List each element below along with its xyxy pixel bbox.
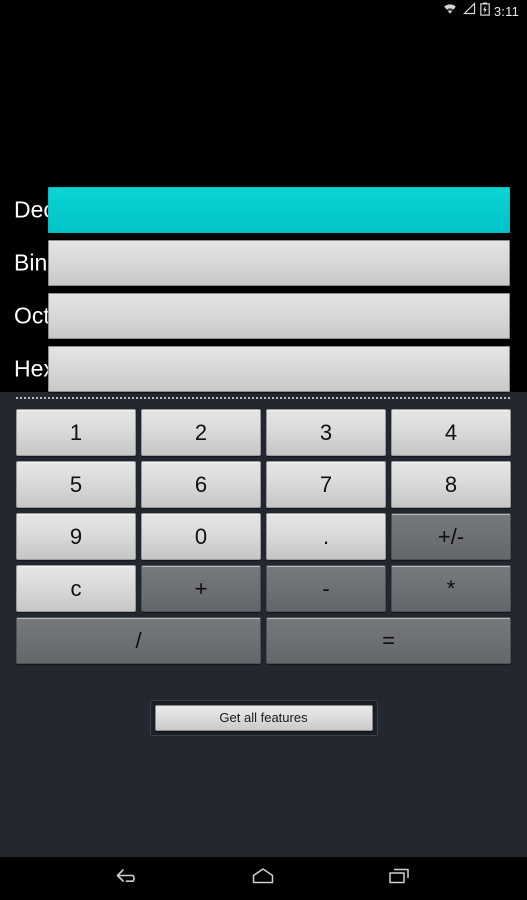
key-7[interactable]: 7 xyxy=(266,461,386,508)
field-row-binary: Bin xyxy=(0,237,527,289)
key-1[interactable]: 1 xyxy=(16,409,136,456)
key-2[interactable]: 2 xyxy=(141,409,261,456)
app-screen: 3:11 Dec Bin Oct Hex 1 2 3 4 5 6 7 8 9 0. +/- c + - * /… xyxy=(0,0,527,900)
binary-input[interactable] xyxy=(48,240,510,286)
keypad-row: 5678 xyxy=(16,461,511,508)
field-label-binary: Bin xyxy=(14,249,48,276)
status-bar-clock: 3:11 xyxy=(493,3,519,19)
key-5[interactable]: 5 xyxy=(16,461,136,508)
wifi-icon xyxy=(442,2,458,20)
decimal-input[interactable] xyxy=(48,187,510,233)
field-row-hexadecimal: Hex xyxy=(0,343,527,395)
android-nav-bar xyxy=(0,857,527,900)
features-section: Get all features xyxy=(0,700,527,736)
field-row-decimal: Dec xyxy=(0,184,527,236)
recents-icon xyxy=(386,866,412,891)
status-bar-icons xyxy=(442,2,490,21)
home-icon xyxy=(250,866,276,891)
status-bar: 3:11 xyxy=(0,0,527,22)
key-minus[interactable]: - xyxy=(266,565,386,612)
field-row-octal: Oct xyxy=(0,290,527,342)
key-0[interactable]: 0 xyxy=(141,513,261,560)
octal-input[interactable] xyxy=(48,293,510,339)
key-decimal-point[interactable]: . xyxy=(266,513,386,560)
key-divide[interactable]: / xyxy=(16,617,261,664)
hexadecimal-input[interactable] xyxy=(48,346,510,392)
key-8[interactable]: 8 xyxy=(391,461,511,508)
key-plusminus[interactable]: +/- xyxy=(391,513,511,560)
key-equals[interactable]: = xyxy=(266,617,511,664)
keypad-row: 9 0. +/- xyxy=(16,513,511,560)
section-divider xyxy=(16,397,511,399)
key-9[interactable]: 9 xyxy=(16,513,136,560)
signal-icon xyxy=(462,2,476,20)
key-plus[interactable]: + xyxy=(141,565,261,612)
calculator-keypad: 1 2 3 4 5 6 7 8 9 0. +/- c + - * / = xyxy=(16,409,511,664)
nav-back-button[interactable] xyxy=(101,860,155,898)
battery-charging-icon xyxy=(480,2,490,21)
keypad-row: 1234 xyxy=(16,409,511,456)
get-all-features-button[interactable]: Get all features xyxy=(154,705,373,731)
keypad-row: c + - * xyxy=(16,565,511,612)
key-3[interactable]: 3 xyxy=(266,409,386,456)
key-4[interactable]: 4 xyxy=(391,409,511,456)
nav-recents-button[interactable] xyxy=(372,860,426,898)
key-c[interactable]: c xyxy=(16,565,136,612)
key-multiply[interactable]: * xyxy=(391,565,511,612)
features-button-frame: Get all features xyxy=(149,700,378,736)
nav-home-button[interactable] xyxy=(236,860,290,898)
field-label-octal: Oct xyxy=(14,302,50,329)
converter-fields: Dec Bin Oct Hex xyxy=(0,184,527,396)
keypad-row: / = xyxy=(16,617,511,664)
back-icon xyxy=(114,866,142,891)
key-6[interactable]: 6 xyxy=(141,461,261,508)
